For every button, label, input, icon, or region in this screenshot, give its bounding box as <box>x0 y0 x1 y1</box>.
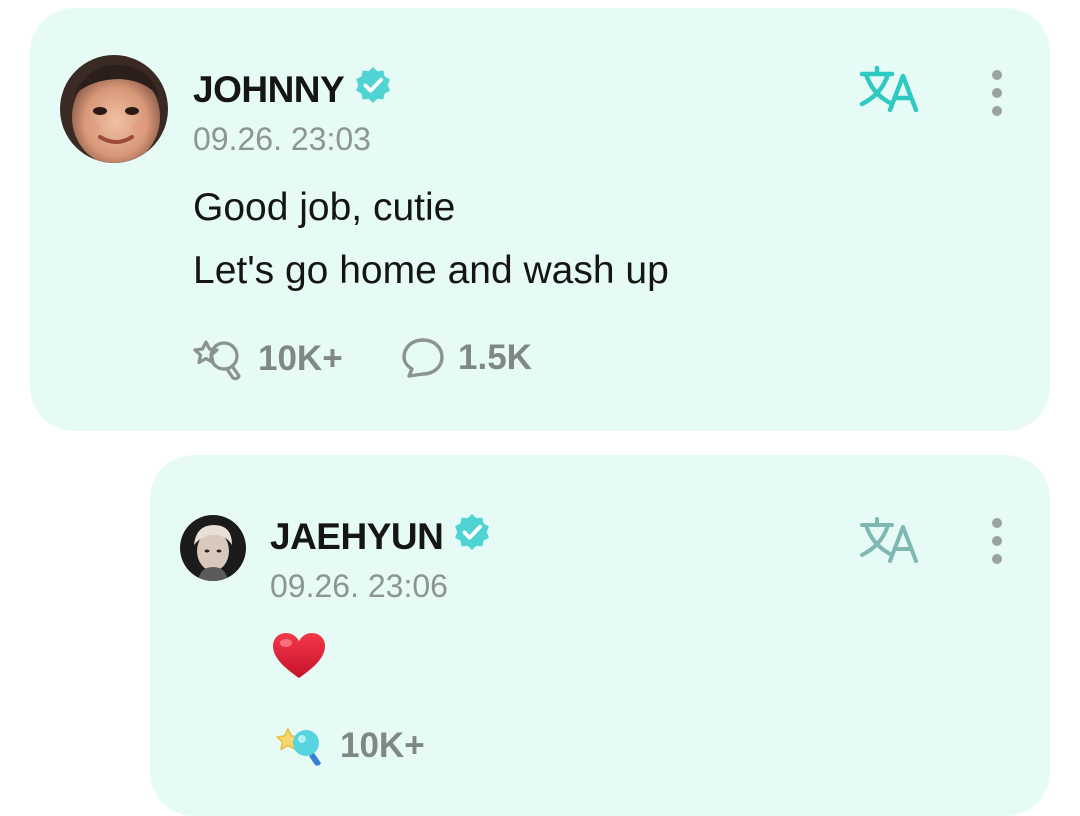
red-heart-emoji <box>271 631 327 686</box>
post-card-jaehyun: JAEHYUN 09.26. 23:06 10K+ <box>150 455 1050 816</box>
author-name[interactable]: JAEHYUN <box>270 513 491 560</box>
avatar-jaehyun[interactable] <box>180 515 246 581</box>
author-name[interactable]: JOHNNY <box>193 66 392 113</box>
reaction-count: 10K+ <box>340 726 425 765</box>
post-timestamp: 09.26. 23:03 <box>193 121 371 157</box>
verified-badge-icon <box>354 66 392 113</box>
post-timestamp: 09.26. 23:06 <box>270 568 448 604</box>
comment-bubble-icon <box>402 338 444 378</box>
reaction-wand-icon <box>193 340 241 381</box>
post-body: Good job, cutie Let's go home and wash u… <box>193 176 669 302</box>
reaction-count: 10K+ <box>258 339 343 378</box>
post-card-johnny: JOHNNY 09.26. 23:03 Good job, cutie Let'… <box>30 8 1050 431</box>
translate-icon[interactable] <box>858 64 920 119</box>
author-name-text: JOHNNY <box>193 68 345 110</box>
translate-icon[interactable] <box>858 515 920 570</box>
author-name-text: JAEHYUN <box>270 515 444 557</box>
reaction-wand-icon <box>276 728 321 766</box>
verified-badge-icon <box>453 513 491 560</box>
comment-count: 1.5K <box>458 338 532 377</box>
avatar-johnny[interactable] <box>60 55 168 163</box>
more-options-icon[interactable] <box>990 70 1004 116</box>
reaction-button[interactable]: 10K+ <box>274 723 425 769</box>
reaction-button[interactable]: 10K+ <box>192 336 343 382</box>
post-body-line: Good job, cutie <box>193 186 456 229</box>
comment-button[interactable]: 1.5K <box>400 336 532 380</box>
more-options-icon[interactable] <box>990 518 1004 564</box>
post-body-line: Let's go home and wash up <box>193 249 669 292</box>
